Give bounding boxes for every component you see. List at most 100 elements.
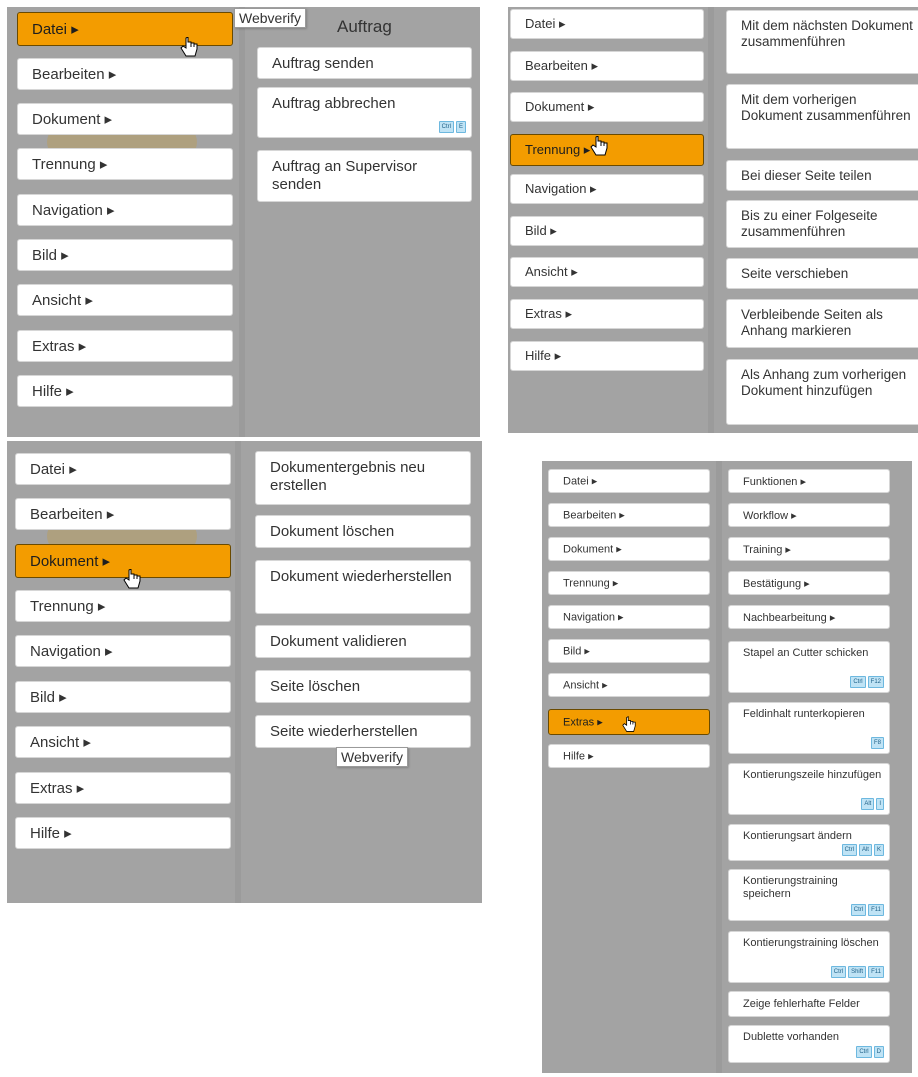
menu-item-ansicht[interactable]: Ansicht ▸ bbox=[510, 257, 704, 287]
menu-item-hilfe[interactable]: Hilfe ▸ bbox=[548, 744, 710, 768]
menu-item-trennung[interactable]: Trennung ▸ bbox=[548, 571, 710, 595]
menu-item-hilfe[interactable]: Hilfe ▸ bbox=[15, 817, 231, 849]
submenu-item-move-page[interactable]: Seite verschieben bbox=[726, 258, 918, 289]
menu-item-label: Hilfe ▸ bbox=[525, 348, 562, 363]
menu-item-label: Trennung ▸ bbox=[525, 142, 591, 157]
menu-item-label: Datei ▸ bbox=[30, 461, 77, 478]
menu-item-navigation[interactable]: Navigation ▸ bbox=[15, 635, 231, 667]
submenu-item-stapel-cutter[interactable]: Stapel an Cutter schicken Ctrl F12 bbox=[728, 641, 890, 693]
submenu-item-kontierungsart[interactable]: Kontierungsart ändern Ctrl Alt K bbox=[728, 824, 890, 861]
shortcut-keys: F8 bbox=[870, 737, 884, 749]
shortcut-keys: Alt I bbox=[861, 798, 884, 810]
menu-item-bild[interactable]: Bild ▸ bbox=[15, 681, 231, 713]
panel-separator bbox=[235, 441, 241, 903]
menu-item-label: Datei ▸ bbox=[563, 475, 598, 488]
submenu-item-fehlerhafte-felder[interactable]: Zeige fehlerhafte Felder bbox=[728, 991, 890, 1017]
menu-item-bild[interactable]: Bild ▸ bbox=[17, 239, 233, 271]
submenu-item-training-loeschen[interactable]: Kontierungstraining löschen Ctrl Shift F11 bbox=[728, 931, 890, 983]
shortcut-keys: Ctrl D bbox=[856, 1046, 884, 1058]
menu-item-label: Navigation ▸ bbox=[525, 181, 597, 196]
submenu-item-merge-next[interactable]: Mit dem nächsten Dokument zusammenführen bbox=[726, 10, 918, 74]
menu-item-bearbeiten[interactable]: Bearbeiten ▸ bbox=[510, 51, 704, 81]
submenu-item-add-attachment[interactable]: Als Anhang zum vorherigen Dokument hinzu… bbox=[726, 359, 918, 425]
submenu-item-mark-attachment[interactable]: Verbleibende Seiten als Anhang markieren bbox=[726, 299, 918, 348]
menu-item-label: Dokument ▸ bbox=[30, 553, 111, 570]
submenu-item-auftrag-senden[interactable]: Auftrag senden bbox=[257, 47, 472, 79]
menu-item-label: Dokument ▸ bbox=[32, 111, 113, 128]
submenu-item-restore-page[interactable]: Seite wiederherstellen bbox=[255, 715, 471, 748]
dokument-menu-panel: Datei ▸ Bearbeiten ▸ Dokument ▸ Trennung… bbox=[7, 441, 482, 903]
shortcut-keys: Ctrl F11 bbox=[850, 904, 884, 916]
menu-item-trennung[interactable]: Trennung ▸ bbox=[15, 590, 231, 622]
menu-item-datei[interactable]: Datei ▸ bbox=[15, 453, 231, 485]
menu-item-label: Bild ▸ bbox=[32, 247, 69, 264]
menu-item-label: Extras ▸ bbox=[525, 306, 572, 321]
submenu-item-auftrag-supervisor[interactable]: Auftrag an Supervisor senden bbox=[257, 150, 472, 202]
submenu-item-bestaetigung[interactable]: Bestätigung ▸ bbox=[728, 571, 890, 595]
submenu-item-kontierungszeile[interactable]: Kontierungszeile hinzufügen Alt I bbox=[728, 763, 890, 815]
menu-item-navigation[interactable]: Navigation ▸ bbox=[510, 174, 704, 204]
submenu-item-merge-following[interactable]: Bis zu einer Folgeseite zusammenführen bbox=[726, 200, 918, 248]
menu-item-dokument[interactable]: Dokument ▸ bbox=[510, 92, 704, 122]
menu-item-label: Bearbeiten ▸ bbox=[32, 66, 117, 83]
menu-item-label: Extras ▸ bbox=[563, 716, 603, 729]
menu-item-extras[interactable]: Extras ▸ bbox=[510, 299, 704, 329]
menu-item-datei[interactable]: Datei ▸ bbox=[17, 12, 233, 46]
submenu-header: Auftrag bbox=[337, 17, 392, 36]
submenu-item-funktionen[interactable]: Funktionen ▸ bbox=[728, 469, 890, 493]
menu-item-bearbeiten[interactable]: Bearbeiten ▸ bbox=[17, 58, 233, 90]
menu-item-datei[interactable]: Datei ▸ bbox=[548, 469, 710, 493]
hand-pointer-icon bbox=[590, 136, 608, 156]
menu-item-dokument[interactable]: Dokument ▸ bbox=[548, 537, 710, 561]
menu-item-bild[interactable]: Bild ▸ bbox=[510, 216, 704, 246]
submenu-item-delete-document[interactable]: Dokument löschen bbox=[255, 515, 471, 548]
menu-item-dokument[interactable]: Dokument ▸ bbox=[17, 103, 233, 135]
submenu-item-feldinhalt-kopieren[interactable]: Feldinhalt runterkopieren F8 bbox=[728, 702, 890, 754]
menu-item-label: Bearbeiten ▸ bbox=[525, 58, 599, 73]
menu-item-extras[interactable]: Extras ▸ bbox=[17, 330, 233, 362]
submenu-item-delete-page[interactable]: Seite löschen bbox=[255, 670, 471, 703]
menu-item-bearbeiten[interactable]: Bearbeiten ▸ bbox=[15, 498, 231, 530]
menu-item-label: Extras ▸ bbox=[32, 338, 87, 355]
menu-item-ansicht[interactable]: Ansicht ▸ bbox=[15, 726, 231, 758]
submenu-item-rebuild-result[interactable]: Dokumentergebnis neu erstellen bbox=[255, 451, 471, 505]
menu-item-navigation[interactable]: Navigation ▸ bbox=[17, 194, 233, 226]
shortcut-keys: Ctrl Shift F11 bbox=[830, 966, 884, 978]
extras-menu-panel: Datei ▸ Bearbeiten ▸ Dokument ▸ Trennung… bbox=[542, 461, 912, 1073]
menu-item-bearbeiten[interactable]: Bearbeiten ▸ bbox=[548, 503, 710, 527]
submenu-item-nachbearbeitung[interactable]: Nachbearbeitung ▸ bbox=[728, 605, 890, 629]
submenu-item-merge-previous[interactable]: Mit dem vorherigen Dokument zusammenführ… bbox=[726, 84, 918, 149]
menu-item-hilfe[interactable]: Hilfe ▸ bbox=[17, 375, 233, 407]
panel-separator bbox=[239, 7, 245, 437]
menu-item-hilfe[interactable]: Hilfe ▸ bbox=[510, 341, 704, 371]
hand-pointer-icon bbox=[622, 716, 636, 732]
panel-separator bbox=[708, 7, 714, 433]
menu-item-extras[interactable]: Extras ▸ bbox=[15, 772, 231, 804]
menu-item-label: Bearbeiten ▸ bbox=[563, 509, 625, 522]
hand-pointer-icon bbox=[180, 37, 198, 57]
menu-item-label: Ansicht ▸ bbox=[563, 679, 608, 692]
menu-item-datei[interactable]: Datei ▸ bbox=[510, 9, 704, 39]
shortcut-keys: Ctrl Alt K bbox=[841, 844, 884, 856]
submenu-item-training-speichern[interactable]: Kontierungstraining speichern Ctrl F11 bbox=[728, 869, 890, 921]
menu-item-trennung[interactable]: Trennung ▸ bbox=[17, 148, 233, 180]
submenu-item-workflow[interactable]: Workflow ▸ bbox=[728, 503, 890, 527]
submenu-item-restore-document[interactable]: Dokument wiederherstellen bbox=[255, 560, 471, 614]
menu-item-navigation[interactable]: Navigation ▸ bbox=[548, 605, 710, 629]
menu-item-label: Navigation ▸ bbox=[563, 611, 624, 624]
menu-item-label: Hilfe ▸ bbox=[30, 825, 72, 842]
submenu-item-validate-document[interactable]: Dokument validieren bbox=[255, 625, 471, 658]
menu-item-ansicht[interactable]: Ansicht ▸ bbox=[17, 284, 233, 316]
submenu-item-split-page[interactable]: Bei dieser Seite teilen bbox=[726, 160, 918, 191]
datei-menu-panel: Webverify Auftrag Datei ▸ Bearbeiten ▸ D… bbox=[7, 7, 480, 437]
menu-item-label: Hilfe ▸ bbox=[563, 750, 594, 763]
menu-item-label: Dokument ▸ bbox=[525, 99, 595, 114]
menu-item-label: Bild ▸ bbox=[525, 223, 557, 238]
menu-item-label: Ansicht ▸ bbox=[32, 292, 93, 309]
menu-item-label: Trennung ▸ bbox=[563, 577, 619, 590]
submenu-item-training[interactable]: Training ▸ bbox=[728, 537, 890, 561]
menu-item-ansicht[interactable]: Ansicht ▸ bbox=[548, 673, 710, 697]
submenu-item-auftrag-abbrechen[interactable]: Auftrag abbrechen Ctrl E bbox=[257, 87, 472, 138]
submenu-item-dublette[interactable]: Dublette vorhanden Ctrl D bbox=[728, 1025, 890, 1063]
menu-item-bild[interactable]: Bild ▸ bbox=[548, 639, 710, 663]
